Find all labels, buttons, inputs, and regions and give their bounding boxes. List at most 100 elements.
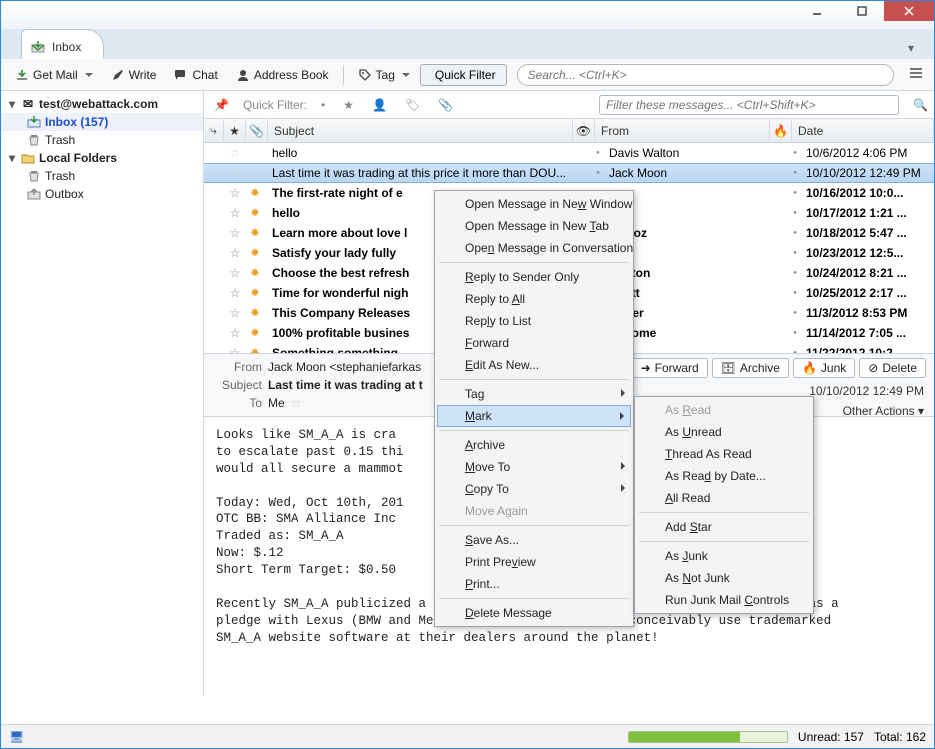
menu-item[interactable]: Print... [437,573,631,595]
col-star[interactable]: ★ [224,119,246,142]
get-mail-button[interactable]: Get Mail [7,65,101,85]
to-value: Me [268,396,285,410]
row-date: 10/10/2012 12:49 PM [806,166,934,180]
menu-item[interactable]: Archive [437,434,631,456]
row-date: 10/17/2012 1:21 ... [806,206,934,220]
qf-filter-input[interactable] [599,95,899,115]
forward-button[interactable]: ➜Forward [632,358,708,378]
menu-item[interactable]: All Read [637,487,811,509]
qf-contact-icon[interactable]: 👤 [368,96,391,114]
sidebar-inbox[interactable]: Inbox (157) [1,113,203,131]
quick-filter-button[interactable]: Quick Filter [420,64,507,86]
junk-dot: ● [784,330,806,336]
menu-item[interactable]: Edit As New... [437,354,631,376]
junk-button[interactable]: 🔥Junk [793,358,855,378]
write-label: Write [129,68,157,82]
star-icon[interactable]: ☆ [224,326,246,340]
menu-separator [639,512,809,513]
row-subject: Last time it was trading at this price i… [268,166,587,180]
online-icon[interactable]: 🖥 [9,730,24,744]
menu-item[interactable]: Save As... [437,529,631,551]
star-icon[interactable]: ☆ [224,266,246,280]
col-junk[interactable]: 🔥 [770,119,792,142]
sidebar-trash[interactable]: Trash [1,131,203,149]
sidebar-outbox[interactable]: Outbox [1,185,203,203]
star-icon[interactable]: ☆ [224,286,246,300]
delete-button[interactable]: ⊘Delete [859,358,926,378]
star-icon[interactable]: ☆ [224,246,246,260]
local-folders-node[interactable]: ▾Local Folders [1,149,203,167]
qf-unread-icon[interactable]: • [317,96,329,114]
menu-button[interactable] [904,62,928,87]
menu-item[interactable]: Forward [437,332,631,354]
menu-item[interactable]: Move To [437,456,631,478]
write-button[interactable]: Write [103,65,165,85]
subject-label: Subject [212,378,262,392]
menu-separator [439,379,629,380]
context-menu-mark: As ReadAs UnreadThread As ReadAs Read by… [634,396,814,614]
qf-star-icon[interactable]: ★ [339,96,358,114]
menu-item[interactable]: Run Junk Mail Controls [637,589,811,611]
menu-item[interactable]: Reply to List [437,310,631,332]
star-icon[interactable]: ☆ [224,166,246,180]
tab-dropdown[interactable]: ▾ [898,37,924,59]
maximize-button[interactable] [839,1,884,21]
qf-search-icon[interactable]: 🔍 [913,98,928,112]
window-titlebar [1,1,934,29]
star-icon[interactable]: ☆ [224,226,246,240]
menu-item[interactable]: As Unread [637,421,811,443]
junk-dot: ● [784,250,806,256]
qf-tag-icon[interactable]: 🏷 [401,96,424,114]
star-icon[interactable]: ☆ [224,146,246,160]
menu-item[interactable]: Open Message in New Tab [437,215,631,237]
chat-button[interactable]: Chat [166,65,225,85]
col-attach[interactable]: 📎 [246,119,268,142]
star-icon[interactable]: ☆ [224,206,246,220]
star-icon[interactable]: ☆ [224,306,246,320]
message-row[interactable]: ☆hello●Davis Walton●10/6/2012 4:06 PM [204,143,934,163]
col-thread[interactable]: ⤷ [204,119,224,142]
menu-item[interactable]: Open Message in New Window [437,193,631,215]
menu-item[interactable]: As Not Junk [637,567,811,589]
col-subject[interactable]: Subject [268,119,573,142]
row-from: Barr [609,246,784,260]
menu-item[interactable]: Delete Message [437,602,631,624]
pin-icon[interactable]: 📌 [210,96,233,114]
menu-item[interactable]: Print Preview [437,551,631,573]
main-toolbar: Get Mail Write Chat Address Book Tag Qui… [1,59,934,91]
archive-button[interactable]: 🗄Archive [712,358,789,378]
tab-inbox[interactable]: Inbox [21,29,104,59]
menu-item[interactable]: Thread As Read [637,443,811,465]
qf-attach-icon[interactable]: 📎 [434,96,457,114]
other-actions-button[interactable]: Other Actions ▾ [843,404,924,418]
star-icon[interactable]: ☆ [224,186,246,200]
menu-item[interactable]: Reply to Sender Only [437,266,631,288]
menu-item[interactable]: As Read by Date... [637,465,811,487]
menu-item[interactable]: Copy To [437,478,631,500]
menu-item[interactable]: Tag [437,383,631,405]
to-label: To [212,396,262,410]
tag-button[interactable]: Tag [350,65,418,85]
col-from[interactable]: From [595,119,770,142]
star-icon[interactable]: ☆ [224,346,246,353]
menu-item[interactable]: As Junk [637,545,811,567]
close-button[interactable] [884,1,934,21]
message-row[interactable]: ☆ Last time it was trading at this price … [204,163,934,183]
inbox-icon [27,115,41,129]
quick-filter-label: Quick Filter [435,68,496,82]
menu-item[interactable]: Add Star [637,516,811,538]
row-from: at Home [609,326,784,340]
address-book-button[interactable]: Address Book [228,65,337,85]
col-date[interactable]: Date [792,119,934,142]
new-icon: ✸ [251,268,259,279]
search-input[interactable] [517,64,894,86]
star-icon[interactable]: ☆ [291,396,302,410]
junk-dot: ● [784,310,806,316]
menu-item[interactable]: Mark [437,405,631,427]
col-read[interactable]: 👁 [573,119,595,142]
minimize-button[interactable] [794,1,839,21]
menu-item[interactable]: Open Message in Conversation [437,237,631,259]
sidebar-trash2[interactable]: Trash [1,167,203,185]
menu-item[interactable]: Reply to All [437,288,631,310]
account-node[interactable]: ▾✉test@webattack.com [1,95,203,113]
